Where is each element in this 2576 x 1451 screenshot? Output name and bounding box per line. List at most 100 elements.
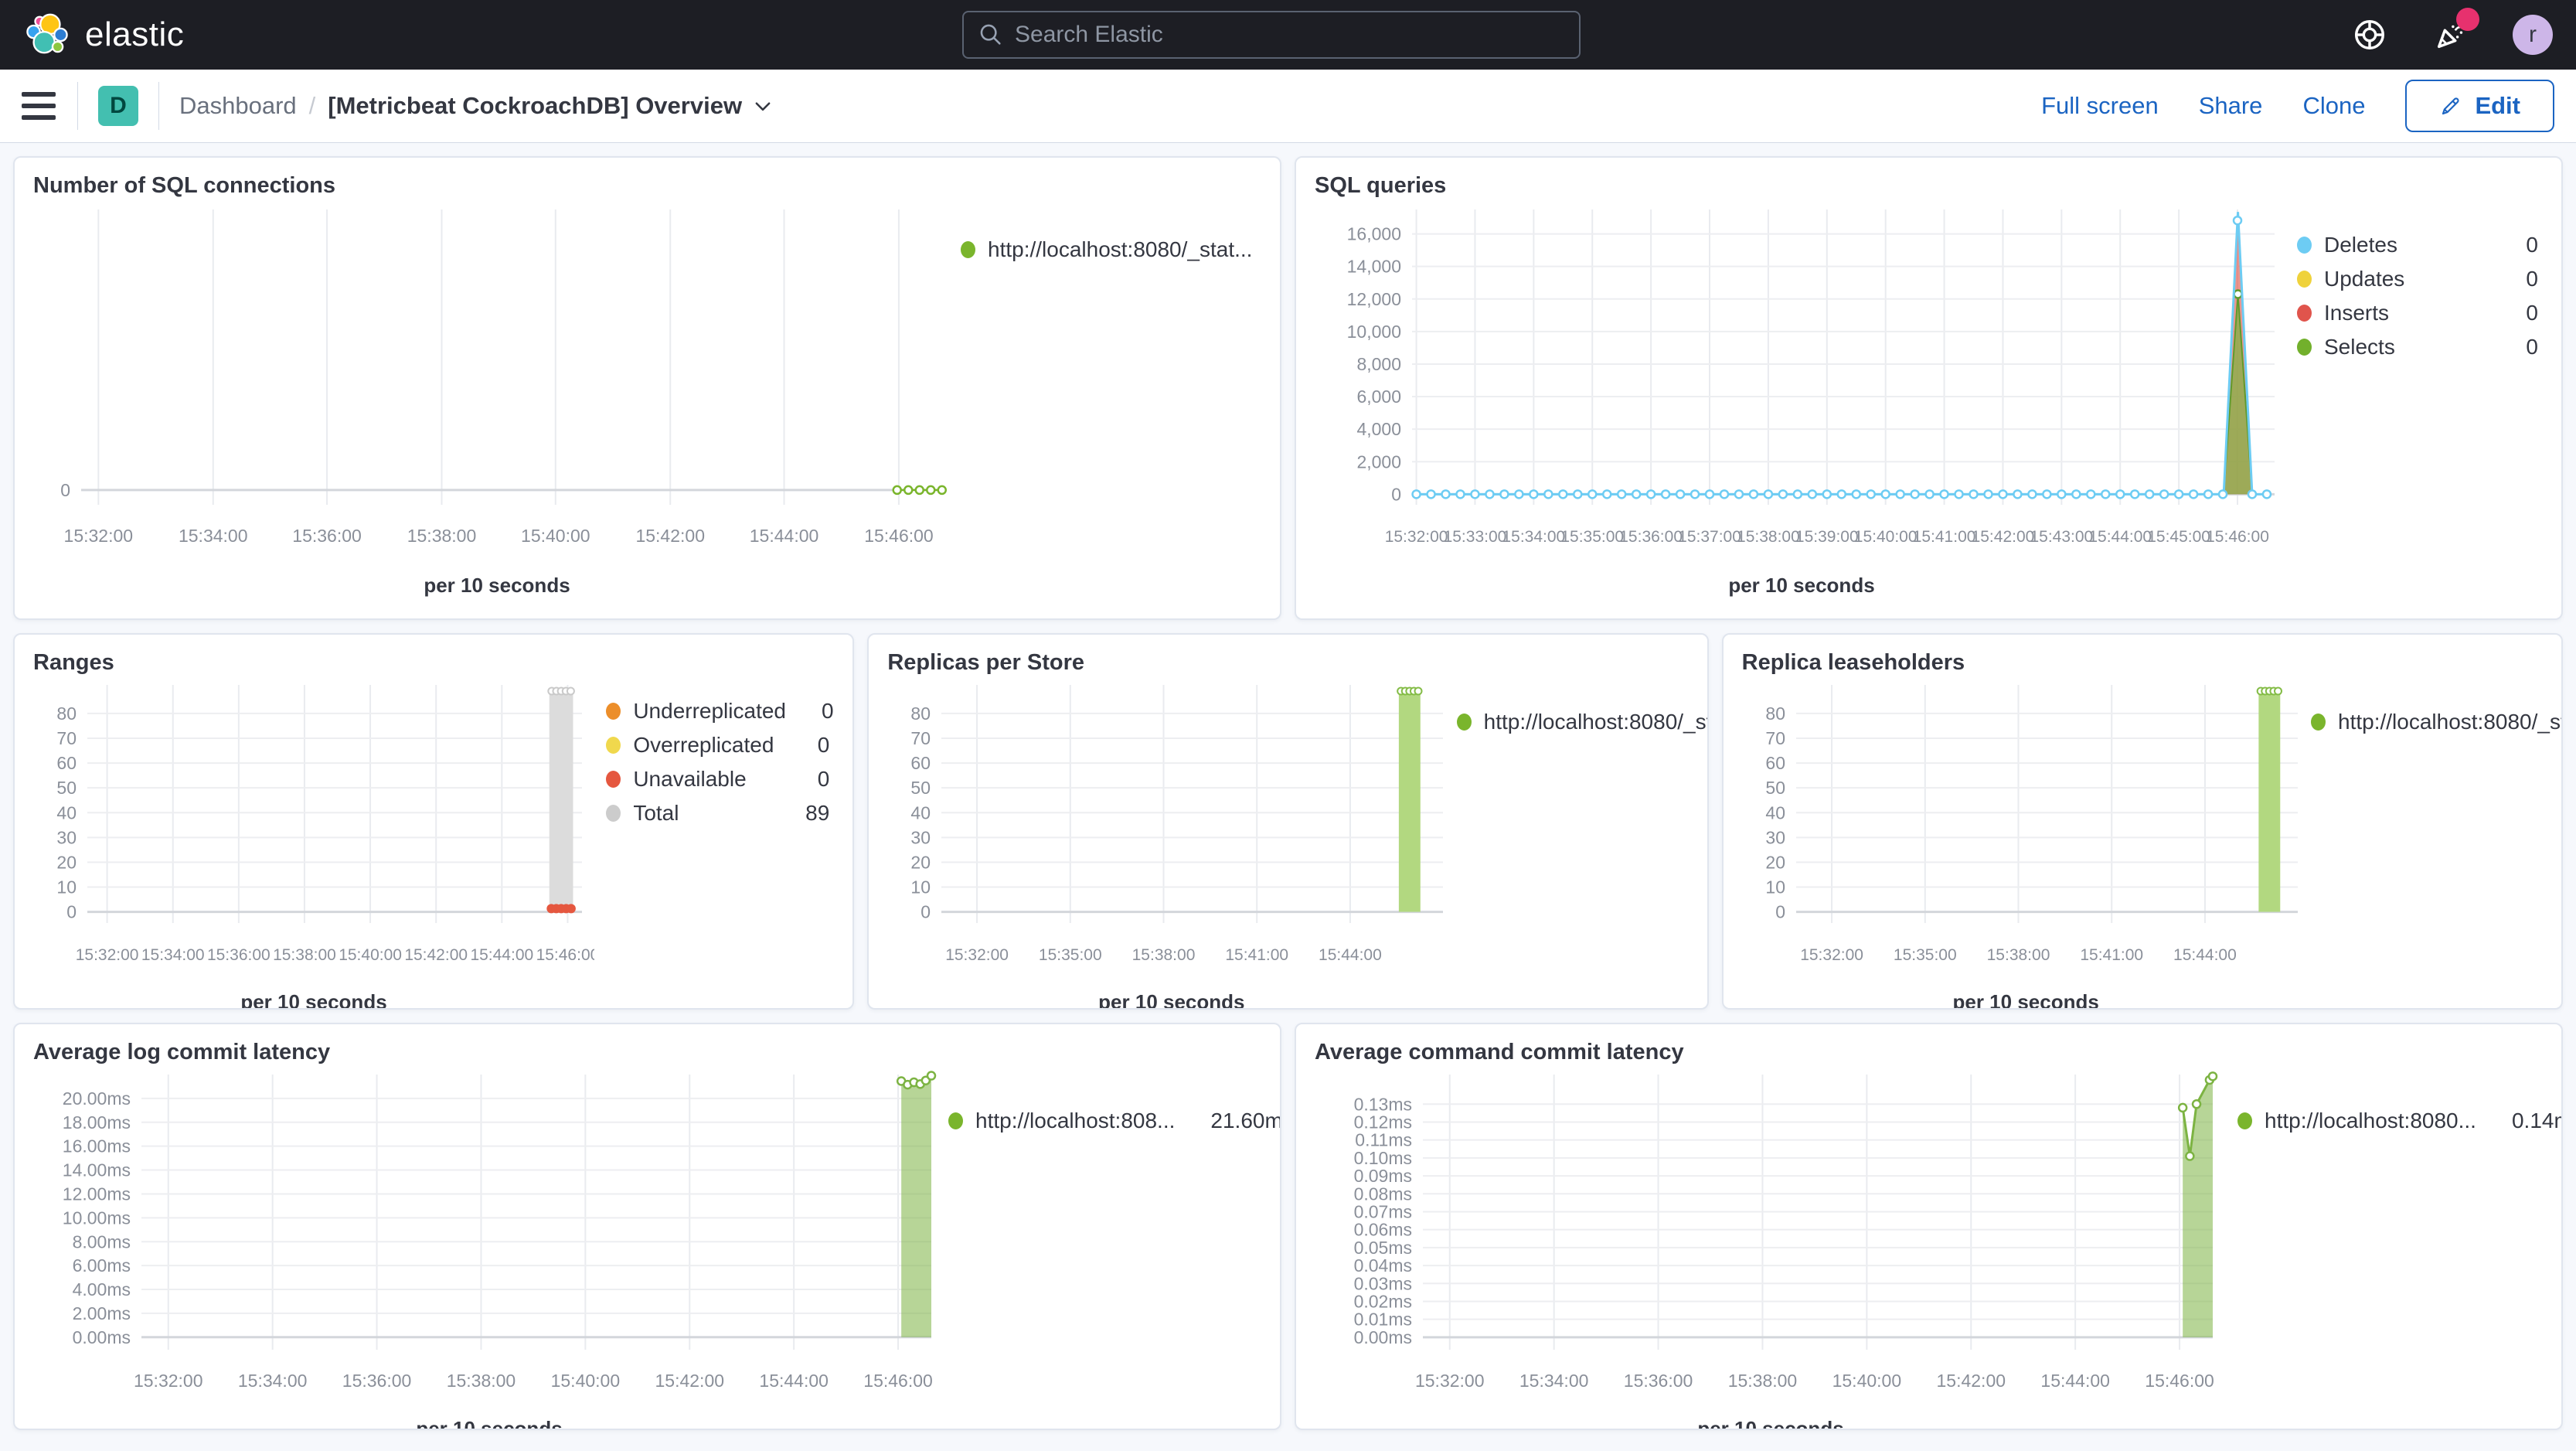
- svg-text:0: 0: [1391, 484, 1401, 504]
- svg-text:16,000: 16,000: [1347, 224, 1401, 244]
- edit-button[interactable]: Edit: [2405, 80, 2554, 132]
- avg-log-commit-latency-chart[interactable]: 15:32:00 15:34:00 15:36:00 15:38:00 15:40:00…: [33, 1068, 945, 1412]
- legend-dot: [2311, 714, 2326, 731]
- chart-legend: http://localhost:808... 21.60ms: [948, 1109, 1280, 1133]
- pencil-icon: [2442, 97, 2460, 115]
- svg-text:15:35:00: 15:35:00: [1039, 946, 1102, 964]
- legend-item[interactable]: http://localhost:8080/_sta...89: [2311, 710, 2561, 734]
- svg-text:0: 0: [921, 902, 931, 922]
- svg-text:15:36:00: 15:36:00: [292, 526, 362, 546]
- svg-text:15:32:00: 15:32:00: [76, 946, 139, 964]
- svg-text:0.08ms: 0.08ms: [1354, 1184, 1412, 1204]
- legend-item[interactable]: Selects 0: [2297, 335, 2538, 359]
- menu-icon[interactable]: [22, 92, 56, 120]
- svg-text:15:46:00: 15:46:00: [864, 526, 934, 546]
- legend-item[interactable]: Total 89: [606, 801, 829, 826]
- svg-text:80: 80: [56, 703, 77, 724]
- chart-legend: http://localhost:8080/_sta...89: [2311, 710, 2561, 734]
- legend-dot: [961, 241, 975, 258]
- legend-item[interactable]: Overreplicated 0: [606, 733, 829, 758]
- help-icon[interactable]: [2350, 15, 2389, 54]
- legend-value: 0: [1264, 237, 1280, 262]
- dashboard-grid: Number of SQL connections 15:32:00 15:34:…: [0, 143, 2576, 1443]
- search-icon: [980, 24, 1001, 45]
- ranges-chart[interactable]: 15:32:00 15:34:00 15:36:00 15:38:00 15:40:00…: [33, 679, 599, 986]
- panel-replica-leaseholders: Replica leaseholders 15:32:00 15:35:00 15:…: [1721, 633, 2563, 1010]
- avg-command-commit-latency-chart[interactable]: 15:32:00 15:34:00 15:36:00 15:38:00 15:40:00…: [1315, 1068, 2227, 1412]
- replicas-per-store-chart[interactable]: 15:32:00 15:35:00 15:38:00 15:41:00 15:44:00…: [887, 679, 1455, 986]
- legend-dot: [948, 1112, 963, 1129]
- breadcrumb: Dashboard / [Metricbeat CockroachDB] Ove…: [179, 92, 773, 120]
- avatar[interactable]: r: [2513, 15, 2553, 55]
- legend-item[interactable]: Underreplicated 0: [606, 699, 834, 724]
- share-link[interactable]: Share: [2199, 92, 2263, 120]
- page-title-text: [Metricbeat CockroachDB] Overview: [328, 92, 743, 119]
- legend-item[interactable]: Updates 0: [2297, 267, 2538, 291]
- divider: [158, 82, 159, 130]
- legend-item[interactable]: http://localhost:8080/_sta...89: [1456, 710, 1707, 734]
- full-screen-link[interactable]: Full screen: [2041, 92, 2159, 120]
- legend-item[interactable]: http://localhost:808... 21.60ms: [948, 1109, 1280, 1133]
- legend-label: Underreplicated: [633, 699, 786, 723]
- x-axis-title: per 10 seconds: [240, 990, 387, 1010]
- legend-value: 0: [2526, 301, 2538, 325]
- svg-text:20.00ms: 20.00ms: [63, 1088, 131, 1109]
- svg-text:60: 60: [56, 753, 77, 773]
- legend-dot: [2237, 1112, 2252, 1129]
- sql-connections-chart[interactable]: 15:32:00 15:34:00 15:36:00 15:38:00 15:40:00…: [33, 202, 961, 569]
- chart-legend: Deletes 0 Updates 0 Inserts 0 Selects 0: [2297, 233, 2543, 359]
- panel-title: Number of SQL connections: [33, 173, 336, 198]
- svg-text:15:40:00: 15:40:00: [1832, 1371, 1902, 1391]
- legend-label: Updates: [2324, 267, 2405, 291]
- legend-value: 0: [817, 733, 830, 757]
- svg-text:0.00ms: 0.00ms: [1354, 1327, 1412, 1347]
- svg-text:15:33:00: 15:33:00: [1444, 528, 1507, 546]
- page-title[interactable]: [Metricbeat CockroachDB] Overview: [328, 92, 773, 120]
- svg-text:15:34:00: 15:34:00: [141, 946, 205, 964]
- svg-text:15:34:00: 15:34:00: [1502, 528, 1565, 546]
- legend-value: 0.14ms: [2511, 1109, 2561, 1133]
- sql-queries-chart[interactable]: 15:32:00 15:33:00 15:34:00 15:35:00 15:36:00…: [1315, 202, 2288, 569]
- svg-text:15:45:00: 15:45:00: [2147, 528, 2210, 546]
- newsfeed-icon[interactable]: [2431, 8, 2479, 54]
- chart-legend: Underreplicated 0 Overreplicated 0 Unavailab…: [606, 699, 834, 826]
- legend-label: Unavailable: [633, 767, 747, 791]
- svg-text:15:44:00: 15:44:00: [759, 1371, 829, 1391]
- svg-text:0.12ms: 0.12ms: [1354, 1112, 1412, 1133]
- svg-text:16.00ms: 16.00ms: [63, 1136, 131, 1156]
- legend-item[interactable]: http://localhost:8080/_stat...0: [961, 237, 1257, 262]
- svg-text:15:42:00: 15:42:00: [635, 526, 705, 546]
- clone-link[interactable]: Clone: [2302, 92, 2365, 120]
- breadcrumb-dashboard[interactable]: Dashboard: [179, 92, 297, 120]
- svg-text:15:32:00: 15:32:00: [1800, 946, 1863, 964]
- svg-text:15:44:00: 15:44:00: [2088, 528, 2152, 546]
- legend-value: 0: [2526, 335, 2538, 359]
- chevron-down-icon: [755, 102, 771, 111]
- legend-label: http://localhost:8080/_sta...: [1483, 710, 1707, 734]
- space-badge[interactable]: D: [98, 86, 138, 126]
- global-search[interactable]: [962, 11, 1581, 59]
- replica-leaseholders-chart[interactable]: 15:32:00 15:35:00 15:38:00 15:41:00 15:44:00…: [1742, 679, 2310, 986]
- svg-text:10: 10: [911, 877, 931, 898]
- legend-dot: [606, 805, 621, 822]
- svg-text:50: 50: [1765, 778, 1785, 798]
- svg-text:15:40:00: 15:40:00: [551, 1371, 621, 1391]
- panel-title: Replicas per Store: [887, 650, 1084, 675]
- legend-item[interactable]: Deletes 0: [2297, 233, 2538, 257]
- search-input[interactable]: [1015, 22, 1565, 48]
- legend-dot: [2297, 339, 2312, 356]
- svg-text:8.00ms: 8.00ms: [73, 1231, 131, 1252]
- legend-label: Total: [633, 801, 679, 825]
- svg-text:15:46:00: 15:46:00: [2206, 528, 2269, 546]
- svg-text:15:32:00: 15:32:00: [134, 1371, 203, 1391]
- svg-text:0.01ms: 0.01ms: [1354, 1310, 1412, 1330]
- svg-text:15:36:00: 15:36:00: [342, 1371, 412, 1391]
- legend-item[interactable]: Unavailable 0: [606, 767, 829, 792]
- svg-text:15:44:00: 15:44:00: [2040, 1371, 2110, 1391]
- legend-item[interactable]: http://localhost:8080... 0.14ms: [2237, 1109, 2561, 1133]
- elastic-logo[interactable]: elastic: [23, 11, 184, 59]
- svg-text:0.05ms: 0.05ms: [1354, 1238, 1412, 1258]
- legend-label: http://localhost:8080/_stat...: [988, 237, 1253, 261]
- legend-value: 21.60ms: [1210, 1109, 1281, 1133]
- legend-item[interactable]: Inserts 0: [2297, 301, 2538, 325]
